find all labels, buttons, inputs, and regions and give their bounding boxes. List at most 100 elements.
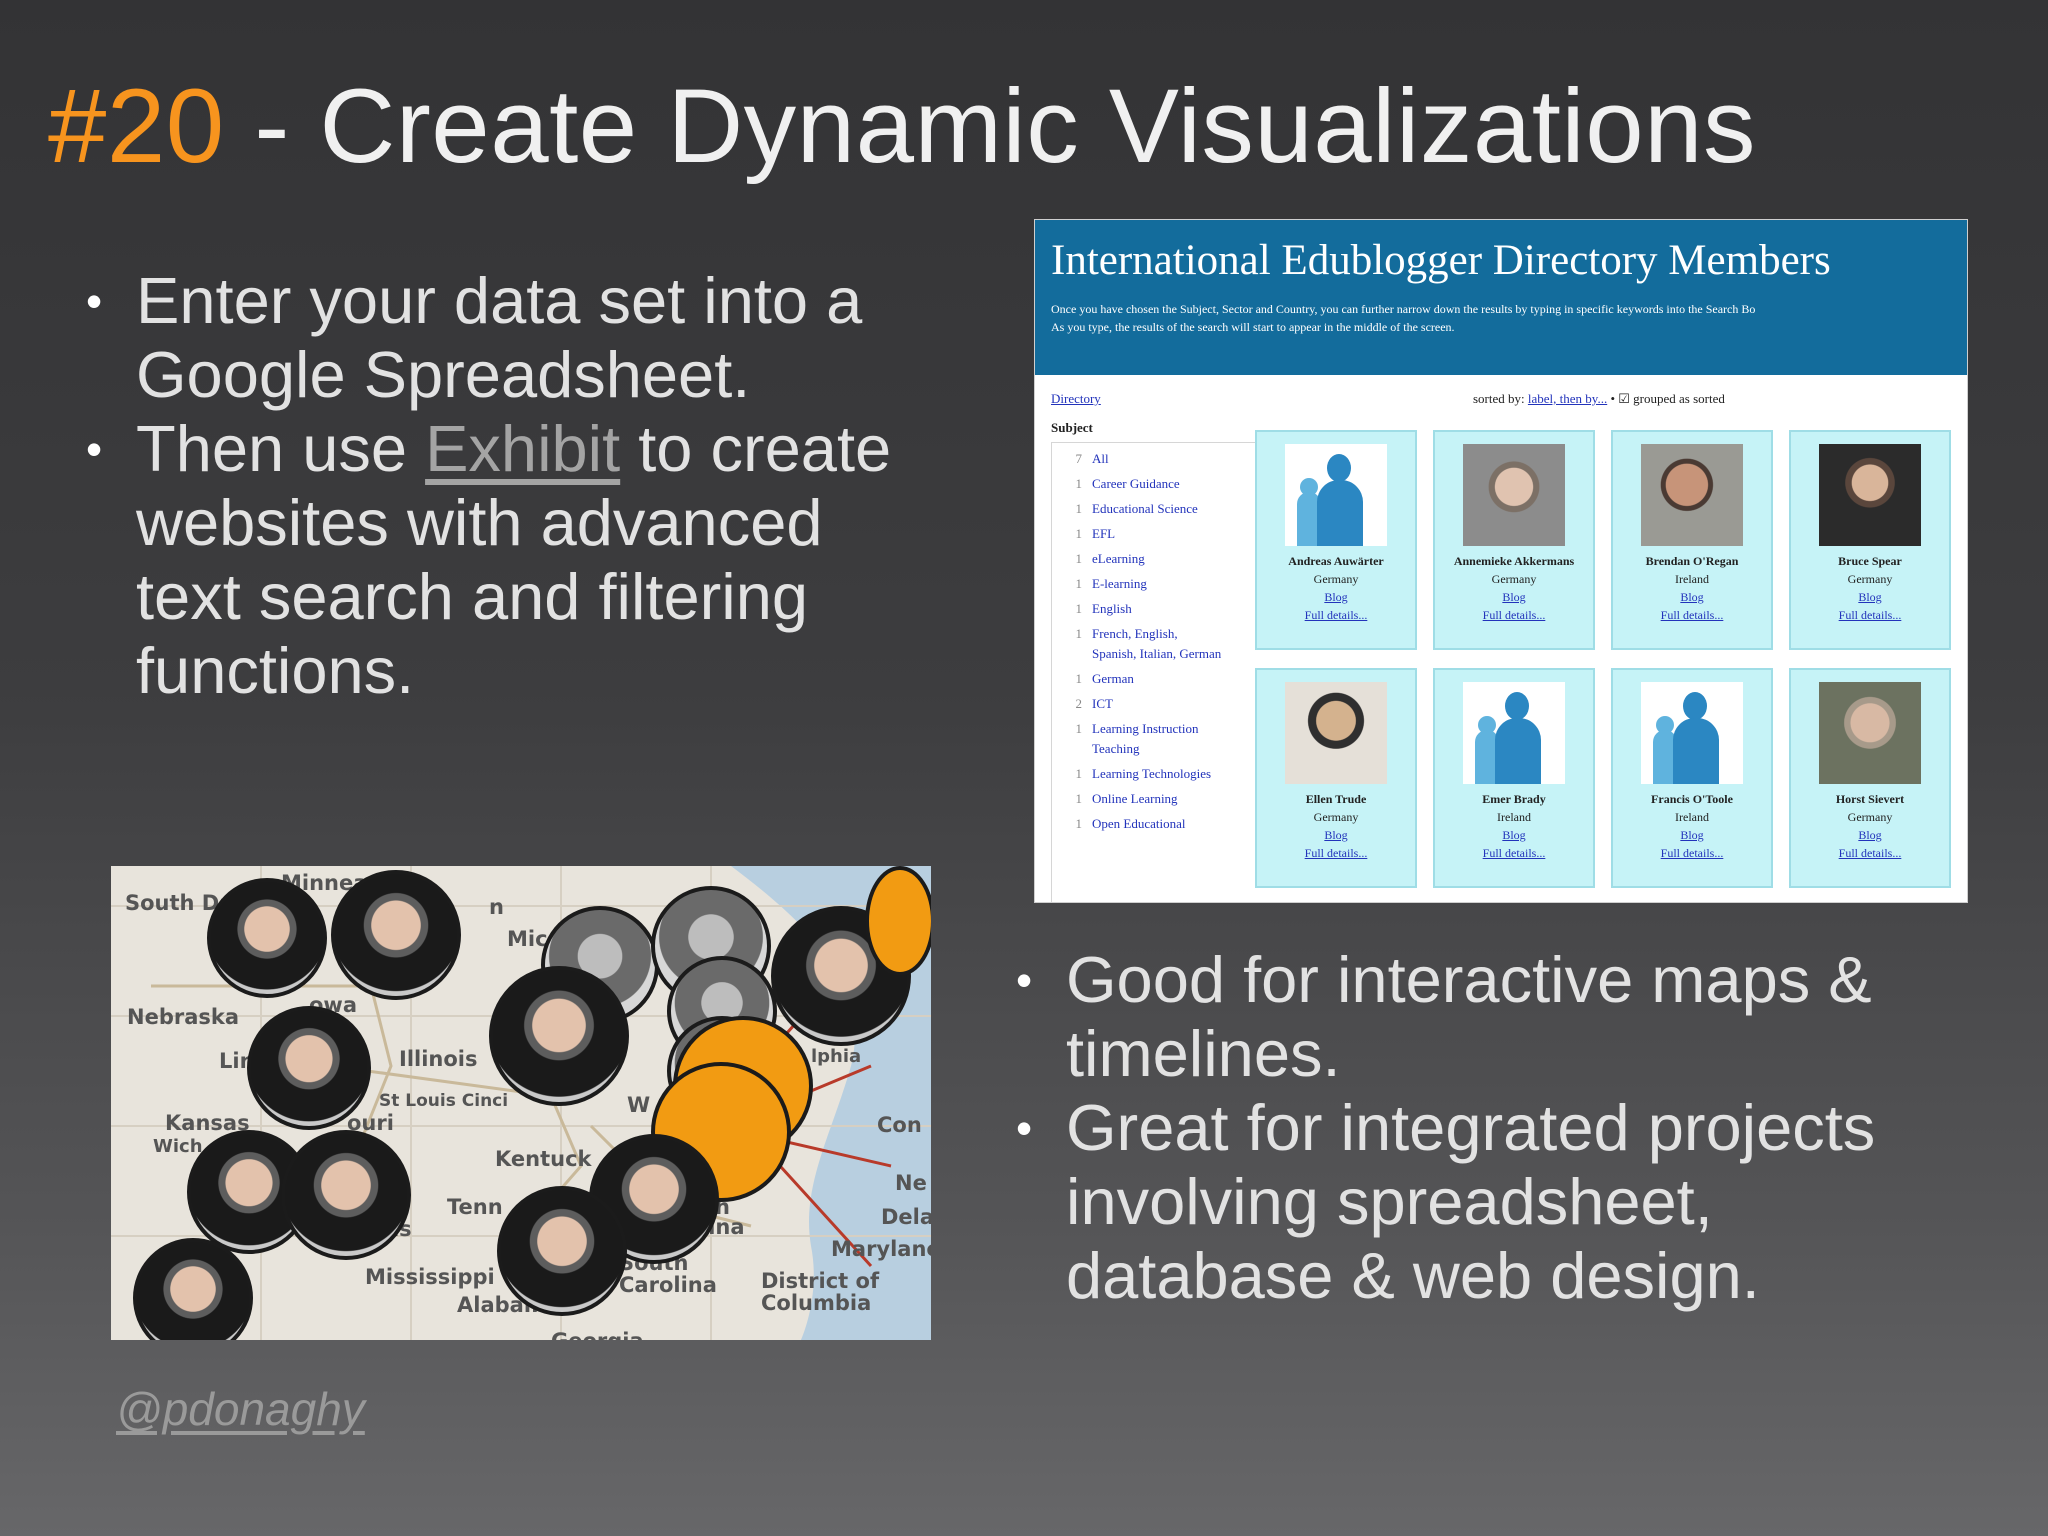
member-details-link[interactable]: Full details... [1435, 606, 1593, 624]
subject-item[interactable]: 1 Learning Technologies [1058, 764, 1263, 784]
member-details-link[interactable]: Full details... [1257, 844, 1415, 862]
subject-label: Learning Instruction Teaching [1092, 721, 1199, 756]
directory-screenshot: International Edublogger Directory Membe… [1034, 219, 1968, 903]
member-photo [1285, 682, 1387, 784]
placeholder-avatar-icon [1641, 682, 1743, 784]
map-label-kentucky: Kentuck [495, 1147, 592, 1171]
president-pin[interactable] [497, 1186, 627, 1316]
placeholder-avatar-icon [1463, 682, 1565, 784]
member-blog-link[interactable]: Blog [1791, 588, 1949, 606]
member-blog-link[interactable]: Blog [1435, 826, 1593, 844]
member-card: Ellen Trude Germany Blog Full details... [1255, 668, 1417, 888]
directory-link[interactable]: Directory [1051, 391, 1101, 407]
president-pin[interactable] [331, 870, 461, 1000]
sort-keys-link[interactable]: label, then by... [1528, 391, 1607, 406]
subject-item[interactable]: 1 Online Learning [1058, 789, 1263, 809]
member-blog-link[interactable]: Blog [1257, 826, 1415, 844]
member-blog-link[interactable]: Blog [1435, 588, 1593, 606]
member-country: Ireland [1675, 572, 1709, 586]
subject-label: All [1092, 451, 1109, 466]
map-label-wichita: Wich [153, 1136, 203, 1157]
subject-item[interactable]: 1 Learning Instruction Teaching [1058, 719, 1263, 759]
bullet-text: Then use [136, 412, 426, 485]
subject-list: 7 All 1 Career Guidance 1 Educational Science… [1051, 442, 1263, 902]
subject-count: 2 [1075, 696, 1083, 711]
president-pin[interactable] [247, 1006, 371, 1130]
member-country: Ireland [1675, 810, 1709, 824]
member-card: Bruce Spear Germany Blog Full details... [1789, 430, 1951, 650]
subject-count: 1 [1075, 551, 1083, 566]
grouped-toggle[interactable]: • ☑ grouped as sorted [1607, 391, 1724, 406]
subject-item[interactable]: 1 eLearning [1058, 549, 1263, 569]
map-label-michigan: Mic [507, 927, 548, 951]
member-card: Francis O'Toole Ireland Blog Full details..… [1611, 668, 1773, 888]
subject-count: 1 [1075, 526, 1083, 541]
subject-label: English [1092, 601, 1132, 616]
map-label-new-jersey: Ne [895, 1171, 927, 1195]
subject-item[interactable]: 2 ICT [1058, 694, 1263, 714]
member-name: Brendan O'Regan [1645, 554, 1739, 568]
member-card: Brendan O'Regan Ireland Blog Full details..… [1611, 430, 1773, 650]
subject-label: German [1092, 671, 1134, 686]
member-name: Annemieke Akkermans [1453, 554, 1575, 568]
subject-count: 1 [1075, 626, 1083, 641]
member-details-link[interactable]: Full details... [1791, 606, 1949, 624]
subject-count: 1 [1075, 766, 1083, 781]
member-blog-link[interactable]: Blog [1613, 588, 1771, 606]
subject-count: 1 [1075, 721, 1083, 736]
subject-count: 1 [1075, 576, 1083, 591]
exhibit-link[interactable]: Exhibit [425, 412, 620, 485]
president-pin[interactable] [207, 878, 327, 998]
author-credit-link[interactable]: @pdonaghy [116, 1382, 365, 1436]
member-country: Germany [1847, 810, 1893, 824]
member-blog-link[interactable]: Blog [1613, 826, 1771, 844]
member-card: Annemieke Akkermans Germany Blog Full detai… [1433, 430, 1595, 650]
subject-item[interactable]: 1 E-learning [1058, 574, 1263, 594]
member-details-link[interactable]: Full details... [1791, 844, 1949, 862]
map-label-connecticut: Con [877, 1113, 922, 1137]
member-country: Germany [1313, 810, 1359, 824]
map-label-n-fragment: n [489, 895, 504, 919]
member-name: Bruce Spear [1838, 554, 1902, 568]
subject-label: Educational Science [1092, 501, 1198, 516]
description-line: As you type, the results of the search w… [1051, 320, 1455, 334]
member-details-link[interactable]: Full details... [1613, 844, 1771, 862]
subject-count: 1 [1075, 791, 1083, 806]
bullet-dot: • [86, 423, 103, 475]
subject-item[interactable]: 1 French, English, Spanish, Italian, Germ… [1058, 624, 1263, 664]
bullet-text: Enter your data set into a Google Spread… [136, 264, 863, 411]
member-card: Horst Sievert Germany Blog Full details... [1789, 668, 1951, 888]
member-details-link[interactable]: Full details... [1435, 844, 1593, 862]
member-blog-link[interactable]: Blog [1257, 588, 1415, 606]
directory-description: Once you have chosen the Subject, Sector… [1051, 300, 1951, 336]
member-photo [1819, 444, 1921, 546]
member-card: Emer Brady Ireland Blog Full details... [1433, 668, 1595, 888]
directory-toolbar: Directory sorted by: label, then by... •… [1035, 375, 1967, 423]
directory-title: International Edublogger Directory Membe… [1051, 237, 1831, 284]
bullet-dot: • [1016, 954, 1033, 1006]
president-pin[interactable] [281, 1130, 411, 1260]
member-blog-link[interactable]: Blog [1791, 826, 1949, 844]
subject-item[interactable]: 7 All [1058, 449, 1263, 469]
bullet-text: Great for integrated projects involving … [1066, 1091, 1876, 1312]
member-photo [1819, 682, 1921, 784]
member-name: Francis O'Toole [1651, 792, 1733, 806]
left-bullet-list: • Enter your data set into a Google Sprea… [66, 264, 926, 708]
member-photo [1463, 444, 1565, 546]
subject-item[interactable]: 1 German [1058, 669, 1263, 689]
member-country: Germany [1491, 572, 1537, 586]
subject-item[interactable]: 1 English [1058, 599, 1263, 619]
subject-item[interactable]: 1 Career Guidance [1058, 474, 1263, 494]
member-details-link[interactable]: Full details... [1613, 606, 1771, 624]
subject-item[interactable]: 1 EFL [1058, 524, 1263, 544]
subject-item[interactable]: 1 Educational Science [1058, 499, 1263, 519]
president-pin[interactable] [489, 966, 629, 1106]
placeholder-avatar-icon [1285, 444, 1387, 546]
sort-label: sorted by: [1473, 391, 1528, 406]
subject-label: EFL [1092, 526, 1116, 541]
president-pin[interactable] [865, 866, 931, 976]
subject-item[interactable]: 1 Open Educational [1058, 814, 1263, 834]
member-details-link[interactable]: Full details... [1257, 606, 1415, 624]
subject-label: Career Guidance [1092, 476, 1180, 491]
subject-label: Learning Technologies [1092, 766, 1212, 781]
